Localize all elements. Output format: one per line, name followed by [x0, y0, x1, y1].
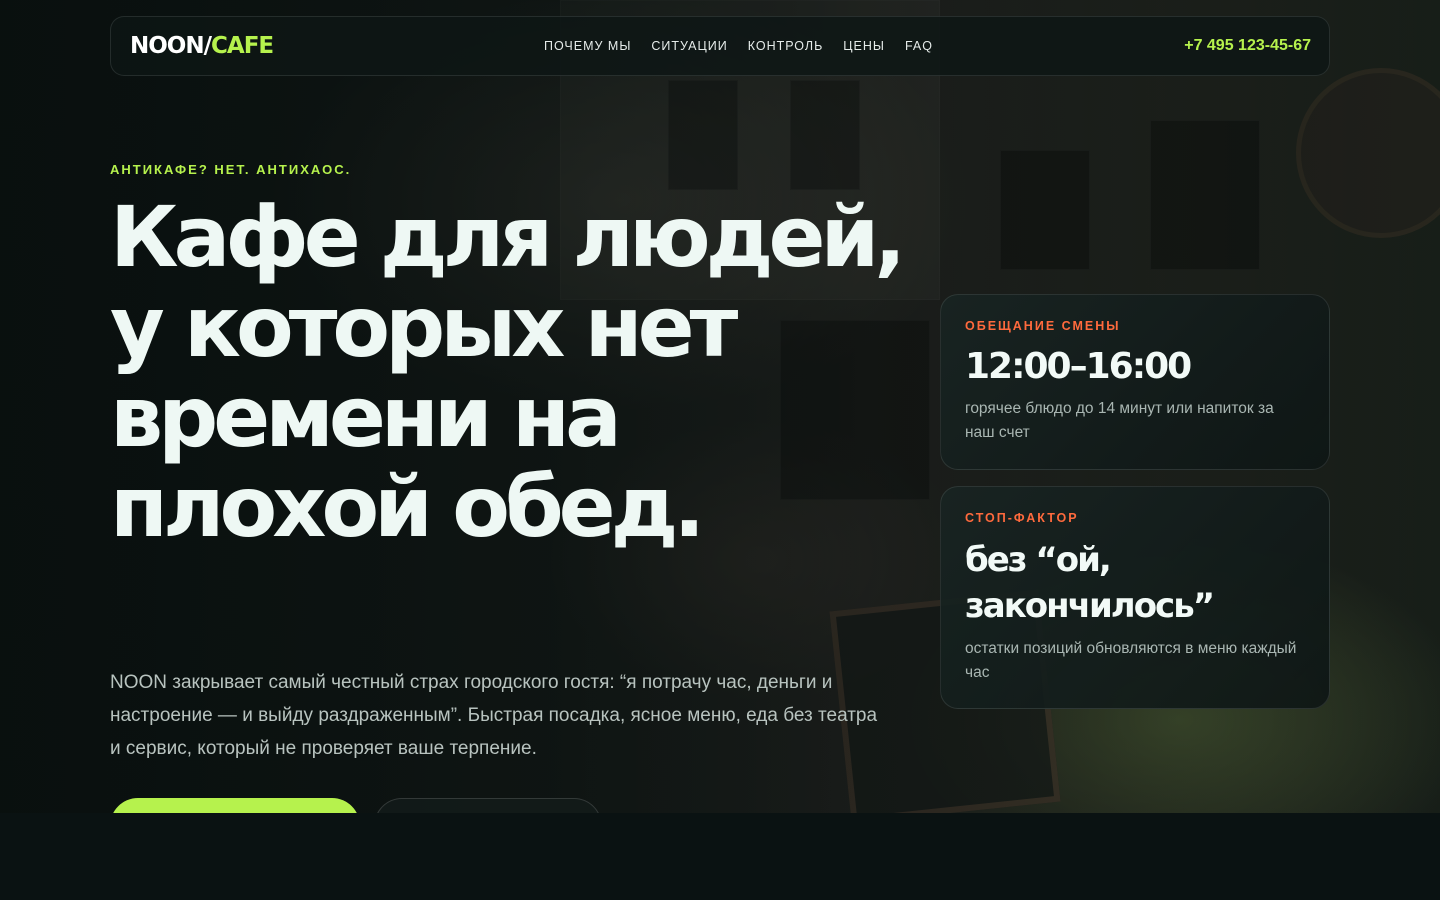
top-navigation: NOON/CAFE ПОЧЕМУ МЫ СИТУАЦИИ КОНТРОЛЬ ЦЕ… — [110, 16, 1330, 76]
nav-link-why-us[interactable]: ПОЧЕМУ МЫ — [544, 39, 631, 53]
nav-link-situations[interactable]: СИТУАЦИИ — [651, 39, 727, 53]
card-label: СТОП-ФАКТОР — [965, 511, 1079, 525]
card-description: горячее блюдо до 14 минут или напиток за… — [965, 400, 1274, 441]
promise-card: ОБЕЩАНИЕ СМЕНЫ 12:00–16:00 горячее блюдо… — [940, 294, 1330, 470]
card-title: 12:00–16:00 — [965, 346, 1192, 387]
stop-factor-card: СТОП-ФАКТОР без “ой, закончилось” остатк… — [940, 486, 1330, 709]
card-title: без “ой, закончилось” — [965, 540, 1215, 626]
logo[interactable]: NOON/CAFE — [130, 33, 274, 59]
logo-text: NOON/ — [130, 33, 212, 59]
hero-lead: NOON закрывает самый честный страх город… — [110, 672, 878, 759]
hero-headline: Кафе для людей, у которых нет времени на… — [110, 188, 906, 556]
nav-link-faq[interactable]: FAQ — [905, 39, 933, 53]
phone-link[interactable]: +7 495 123-45-67 — [1184, 37, 1311, 55]
nav-link-control[interactable]: КОНТРОЛЬ — [748, 39, 824, 53]
page-bottom-band — [0, 813, 1440, 900]
logo-accent-text: CAFE — [211, 33, 274, 59]
hero-eyebrow: АНТИКАФЕ? НЕТ. АНТИХАОС. — [110, 162, 352, 177]
nav-link-prices[interactable]: ЦЕНЫ — [843, 39, 885, 53]
card-description: остатки позиций обновляются в меню кажды… — [965, 640, 1297, 681]
card-label: ОБЕЩАНИЕ СМЕНЫ — [965, 319, 1121, 333]
nav-menu: ПОЧЕМУ МЫ СИТУАЦИИ КОНТРОЛЬ ЦЕНЫ FAQ — [544, 39, 933, 53]
